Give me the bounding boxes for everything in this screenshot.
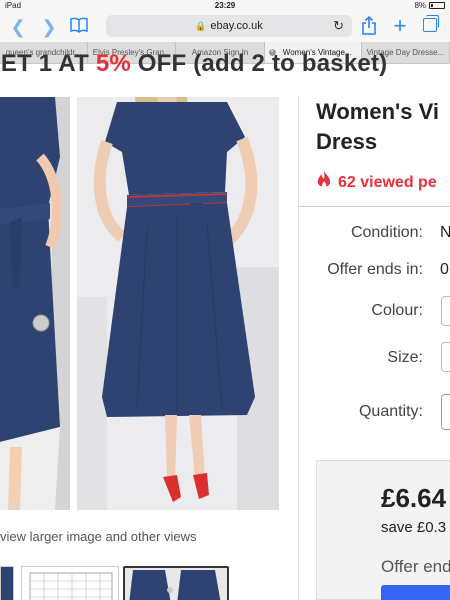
gallery-caption[interactable]: view larger image and other views <box>0 529 197 544</box>
price-panel: £6.64 save £0.3 Offer end <box>316 460 450 600</box>
reload-icon[interactable]: ↻ <box>333 18 344 34</box>
size-label: Size: <box>387 349 423 366</box>
price-value: £6.64 <box>381 483 447 513</box>
share-icon[interactable] <box>359 15 379 41</box>
thumbnail-1[interactable] <box>0 566 14 600</box>
thumbnail-active[interactable] <box>123 566 229 600</box>
quantity-input[interactable] <box>441 394 450 430</box>
viewed-text: 62 viewed pe <box>338 173 437 191</box>
thumbnail-strip <box>0 566 300 600</box>
battery-icon <box>429 2 445 9</box>
new-tab-icon[interactable]: + <box>390 15 410 37</box>
condition-value: N <box>440 224 450 241</box>
size-select[interactable] <box>441 342 450 372</box>
promo-banner: GET 1 AT 5% OFF (add 2 to basket) <box>0 50 387 78</box>
battery-indicator: 8% <box>414 1 445 10</box>
status-clock: 23:29 <box>214 1 236 10</box>
url-text: ebay.co.uk <box>210 20 263 32</box>
quantity-label: Quantity: <box>358 403 423 420</box>
fire-icon <box>316 170 332 195</box>
bookmarks-icon[interactable] <box>70 17 88 37</box>
buy-now-button[interactable] <box>381 585 450 600</box>
condition-label: Condition: <box>350 224 423 241</box>
colour-label: Colour: <box>371 302 423 319</box>
offer-ends-value: 0 <box>440 261 449 278</box>
listing-title: Women's Vi Dress <box>316 97 439 157</box>
promo-highlight: 5% <box>95 50 131 77</box>
save-amount: save £0.3 <box>381 519 447 536</box>
thumbnail-size-chart[interactable] <box>21 566 119 600</box>
product-image-partial[interactable] <box>0 97 70 510</box>
promo-suffix: OFF (add 2 to basket) <box>130 50 388 77</box>
promo-prefix: GET 1 AT <box>0 50 89 77</box>
battery-percent: 8% <box>414 1 426 10</box>
browser-toolbar: ❮ ❯ 🔒 ebay.co.uk ↻ + <box>0 12 450 42</box>
back-icon[interactable]: ❮ <box>9 17 27 37</box>
address-bar[interactable]: 🔒 ebay.co.uk ↻ <box>106 15 352 37</box>
status-bar: iPad 23:29 8% <box>0 0 450 12</box>
tabs-icon[interactable] <box>423 15 439 32</box>
listing-title-line2: Dress <box>316 129 378 154</box>
offer-end-text: Offer end <box>381 557 450 576</box>
viewed-count: 62 viewed pe <box>316 170 437 195</box>
listing-title-line1: Women's Vi <box>316 99 440 124</box>
lock-icon: 🔒 <box>195 20 207 31</box>
forward-icon[interactable]: ❯ <box>40 17 58 37</box>
offer-ends-label: Offer ends in: <box>327 261 423 278</box>
details-divider <box>298 206 450 207</box>
colour-select[interactable] <box>441 296 450 326</box>
